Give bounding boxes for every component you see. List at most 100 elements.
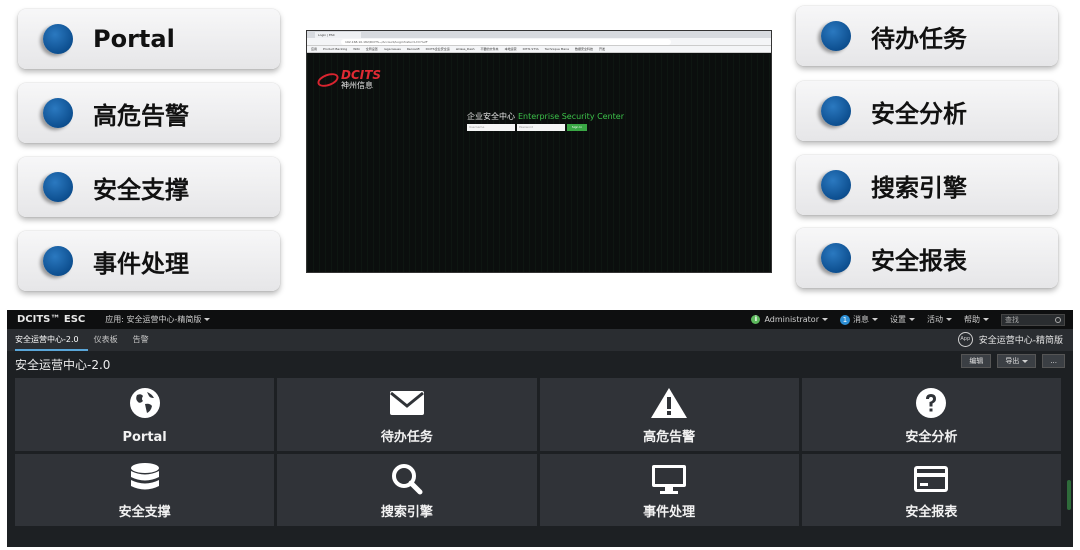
bookmark[interactable]: Product Backlog: [323, 47, 347, 51]
tile-search-engine[interactable]: 搜索引擎: [277, 453, 537, 526]
settings-menu[interactable]: 设置: [890, 314, 915, 325]
card-todo-tasks[interactable]: 待办任务: [796, 6, 1058, 66]
bullet-dot-icon: [43, 98, 73, 128]
card-security-analysis[interactable]: 安全分析: [796, 81, 1058, 141]
tile-security-analysis[interactable]: 安全分析: [801, 378, 1061, 451]
card-security-reports[interactable]: 安全报表: [796, 228, 1058, 288]
bookmark[interactable]: Technique Mana: [545, 47, 569, 51]
chevron-down-icon: [1022, 359, 1029, 363]
card-label: 安全分析: [871, 99, 967, 128]
message-count-badge: 1: [840, 314, 850, 325]
password-input[interactable]: Password: [517, 124, 565, 131]
bookmark[interactable]: 应用: [311, 47, 317, 51]
messages-menu[interactable]: 1 消息: [840, 314, 878, 325]
question-icon: [916, 388, 947, 418]
chevron-down-icon: [946, 318, 952, 321]
bookmark[interactable]: DITIS STYA: [523, 47, 539, 51]
bullet-dot-icon: [821, 243, 851, 273]
edit-button[interactable]: 编辑: [961, 354, 992, 368]
app-menu[interactable]: 应用: 安全运营中心-精简版: [105, 314, 211, 325]
login-form: Username Password Sign In: [467, 124, 587, 131]
tile-label: 待办任务: [380, 429, 433, 445]
tile-security-reports[interactable]: 安全报表: [801, 453, 1061, 526]
more-button[interactable]: ...: [1042, 354, 1065, 368]
bookmarks-bar: 应用 Product Backlog WiKi 全局设置 rega Issues…: [307, 46, 771, 53]
bookmark[interactable]: 不要的文件夹: [481, 47, 499, 51]
app-icon: App: [957, 332, 973, 347]
chevron-down-icon: [909, 318, 915, 321]
card-icon: [914, 465, 949, 492]
bullet-dot-icon: [43, 24, 73, 54]
card-event-handling[interactable]: 事件处理: [18, 231, 280, 291]
dashboard-screenshot: DCITS™ ESC 应用: 安全运营中心-精简版 i Administrator…: [7, 310, 1073, 547]
card-label: 安全报表: [871, 246, 967, 275]
dashboard-tiles: Portal 待办任务 高危告警 安全分析 安全支撑 搜索引擎 事件处理 安全报…: [15, 378, 1061, 526]
envelope-icon: [389, 391, 424, 415]
bookmark[interactable]: Recosoft: [407, 47, 420, 51]
database-icon: [130, 462, 159, 489]
scrollbar[interactable]: [1067, 480, 1071, 510]
bookmark[interactable]: aClass_Dash: [456, 47, 475, 51]
card-security-support[interactable]: 安全支撑: [18, 157, 280, 217]
sign-in-button[interactable]: Sign In: [567, 124, 587, 131]
tile-todo-tasks[interactable]: 待办任务: [277, 378, 537, 451]
login-title: 企业安全中心 Enterprise Security Center: [467, 111, 624, 122]
dcits-logo: DCITS 神州信息: [315, 68, 382, 91]
tile-label: Portal: [122, 429, 167, 445]
chevron-down-icon: [204, 318, 211, 321]
bullet-dot-icon: [821, 170, 851, 200]
login-title-cn: 企业安全中心: [467, 112, 515, 121]
tab-alerts[interactable]: 告警: [133, 334, 158, 351]
card-search-engine[interactable]: 搜索引擎: [796, 155, 1058, 215]
bookmark[interactable]: 本地运营: [505, 47, 517, 51]
bookmark[interactable]: 开发: [599, 47, 605, 51]
bookmark[interactable]: 全局设置: [366, 47, 378, 51]
help-menu[interactable]: 帮助: [964, 314, 989, 325]
username-input[interactable]: Username: [467, 124, 515, 131]
bullet-dot-icon: [821, 96, 851, 126]
search-input[interactable]: 查找: [1001, 313, 1065, 326]
login-title-en: Enterprise Security Center: [518, 112, 625, 121]
logo-text-cn: 神州信息: [341, 81, 373, 90]
chevron-down-icon: [872, 318, 878, 321]
export-button[interactable]: 导出: [997, 354, 1037, 368]
card-portal[interactable]: Portal: [18, 9, 280, 69]
chevron-down-icon: [822, 318, 828, 321]
login-screenshot: Login | ESC 192.168.10.182/DCITS~/Accoun…: [306, 30, 772, 273]
bookmark[interactable]: 数据安全科技: [575, 47, 593, 51]
bookmark[interactable]: WiKi: [353, 47, 360, 51]
card-label: 高危告警: [93, 101, 189, 130]
browser-address-bar: 192.168.10.182/DCITS~/Account/Login?retu…: [307, 38, 771, 46]
tile-high-risk-alerts[interactable]: 高危告警: [539, 378, 799, 451]
address-field[interactable]: 192.168.10.182/DCITS~/Account/Login?retu…: [341, 39, 671, 45]
page: Portal 高危告警 安全支撑 事件处理 待办任务 安全分析 搜索引擎 安全报…: [0, 0, 1080, 550]
tile-label: 安全支撑: [118, 505, 171, 520]
search-icon: [1055, 316, 1061, 323]
card-high-risk-alerts[interactable]: 高危告警: [18, 83, 280, 143]
bullet-dot-icon: [821, 21, 851, 51]
dashboard-title: 安全运营中心-2.0: [15, 358, 111, 372]
user-menu[interactable]: i Administrator: [751, 315, 828, 324]
search-icon: [391, 463, 423, 494]
tile-portal[interactable]: Portal: [15, 378, 275, 451]
tab-security-ops-center[interactable]: 安全运营中心-2.0: [15, 334, 88, 351]
bookmark[interactable]: rega Issues: [384, 47, 401, 51]
card-label: 搜索引擎: [871, 173, 967, 202]
tile-security-support[interactable]: 安全支撑: [15, 453, 275, 526]
tile-label: 高危告警: [643, 429, 696, 445]
tab-dashboards[interactable]: 仪表板: [94, 334, 127, 351]
tile-label: 搜索引擎: [380, 505, 433, 520]
activity-menu[interactable]: 活动: [927, 314, 952, 325]
dashboard-title-row: 安全运营中心-2.0 编辑 导出 ...: [7, 351, 1073, 372]
card-label: Portal: [93, 25, 175, 53]
logo-text-en: DCITS: [341, 68, 382, 82]
app-tabbar: 安全运营中心-2.0 仪表板 告警 App 安全运营中心-精简版: [7, 329, 1073, 351]
card-label: 事件处理: [93, 249, 189, 278]
app-name: App 安全运营中心-精简版: [957, 332, 1063, 347]
tile-label: 事件处理: [643, 505, 696, 520]
globe-icon: [129, 388, 160, 418]
bookmark[interactable]: DCITS企业安全运: [426, 47, 450, 51]
browser-tabbar: Login | ESC: [307, 31, 771, 38]
tile-label: 安全分析: [905, 429, 958, 445]
tile-event-handling[interactable]: 事件处理: [539, 453, 799, 526]
